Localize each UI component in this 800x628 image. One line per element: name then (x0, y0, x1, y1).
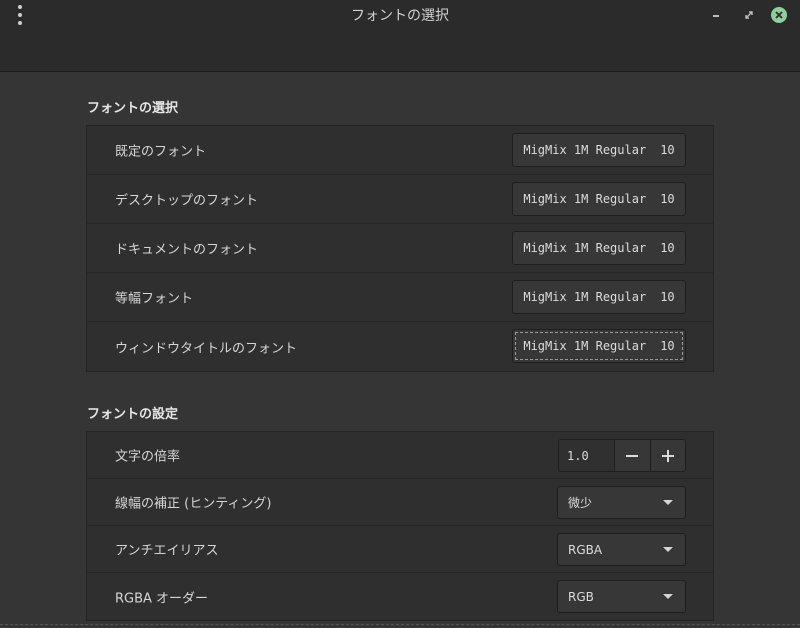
plus-icon (661, 449, 674, 462)
font-selection-heading: フォントの選択 (87, 101, 179, 116)
document-font-row: ドキュメントのフォント MigMix 1M Regular 10 (87, 224, 713, 273)
font-name: MigMix 1M Regular (523, 143, 647, 157)
font-name: MigMix 1M Regular (523, 339, 647, 353)
font-size: 10 (660, 290, 675, 304)
chevron-down-icon (663, 594, 673, 599)
rgba-order-dropdown[interactable]: RGB (557, 580, 686, 613)
font-name: MigMix 1M Regular (523, 290, 647, 304)
desktop-font-button[interactable]: MigMix 1M Regular 10 (512, 182, 686, 216)
close-icon[interactable] (771, 7, 787, 23)
monospace-font-row: 等幅フォント MigMix 1M Regular 10 (87, 273, 713, 322)
document-font-label: ドキュメントのフォント (115, 242, 259, 258)
monospace-font-button[interactable]: MigMix 1M Regular 10 (512, 280, 686, 314)
antialiasing-value: RGBA (568, 542, 603, 557)
font-settings-heading: フォントの設定 (87, 407, 179, 422)
font-size: 10 (660, 241, 675, 255)
hinting-dropdown[interactable]: 微少 (557, 486, 686, 519)
desktop-font-label: デスクトップのフォント (115, 193, 259, 209)
decrease-button[interactable] (615, 440, 651, 471)
font-settings-panel: 文字の倍率 1.0 線幅の補正 (ヒンティング) 微少 アンチエイリアス RGB… (86, 431, 714, 621)
hinting-label: 線幅の補正 (ヒンティング) (115, 496, 272, 512)
text-scale-row: 文字の倍率 1.0 (87, 432, 713, 479)
chevron-down-icon (663, 500, 673, 505)
window-title-font-row: ウィンドウタイトルのフォント MigMix 1M Regular 10 (87, 322, 713, 371)
minus-icon (626, 454, 639, 457)
default-font-button[interactable]: MigMix 1M Regular 10 (512, 133, 686, 167)
increase-button[interactable] (650, 440, 685, 471)
hinting-row: 線幅の補正 (ヒンティング) 微少 (87, 479, 713, 526)
font-name: MigMix 1M Regular (523, 192, 647, 206)
text-scale-value[interactable]: 1.0 (559, 440, 615, 471)
window-title-font-button[interactable]: MigMix 1M Regular 10 (512, 329, 686, 363)
monospace-font-label: 等幅フォント (115, 291, 194, 307)
antialiasing-label: アンチエイリアス (115, 543, 219, 559)
rgba-order-value: RGB (568, 589, 594, 604)
default-font-label: 既定のフォント (115, 144, 207, 160)
text-scale-label: 文字の倍率 (115, 449, 181, 465)
default-font-row: 既定のフォント MigMix 1M Regular 10 (87, 126, 713, 175)
document-font-button[interactable]: MigMix 1M Regular 10 (512, 231, 686, 265)
antialiasing-dropdown[interactable]: RGBA (557, 533, 686, 566)
restore-icon[interactable] (741, 7, 757, 23)
text-scale-spinner: 1.0 (558, 439, 686, 472)
title-bar: フォントの選択 (0, 0, 800, 72)
rgba-order-row: RGBA オーダー RGB (87, 573, 713, 620)
window-title-font-label: ウィンドウタイトルのフォント (115, 341, 298, 356)
minimize-icon[interactable] (708, 7, 724, 23)
font-selection-panel: 既定のフォント MigMix 1M Regular 10 デスクトップのフォント … (86, 125, 714, 372)
window-title: フォントの選択 (351, 8, 449, 24)
rgba-order-label: RGBA オーダー (115, 591, 209, 606)
font-name: MigMix 1M Regular (523, 241, 647, 255)
font-size: 10 (660, 143, 675, 157)
font-size: 10 (660, 192, 675, 206)
font-size: 10 (660, 339, 675, 353)
desktop-font-row: デスクトップのフォント MigMix 1M Regular 10 (87, 175, 713, 224)
hinting-value: 微少 (568, 496, 593, 510)
chevron-down-icon (663, 547, 673, 552)
antialiasing-row: アンチエイリアス RGBA (87, 526, 713, 573)
window-bottom-edge (0, 624, 800, 628)
